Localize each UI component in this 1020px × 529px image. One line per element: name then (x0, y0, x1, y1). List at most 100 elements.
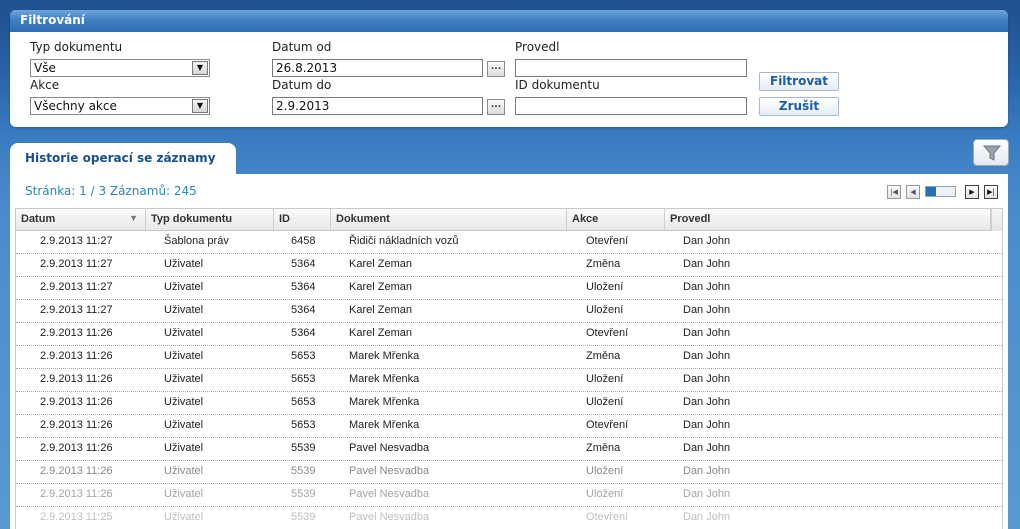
doc-id-input[interactable] (515, 97, 747, 115)
cell-document: Řidiči nákladních vozů (349, 235, 459, 247)
table-body: 2.9.2013 11:27 Šablona práv 6458 Řidiči nák… (16, 231, 1002, 529)
cell-document: Pavel Nesvadba (349, 442, 430, 454)
table-row[interactable]: 2.9.2013 11:25 Uživatel 5539 Pavel Nesvadba… (16, 507, 1002, 529)
cell-id: 5364 (291, 258, 316, 270)
cell-performed-by: Dan John (683, 258, 731, 270)
cell-performed-by: Dan John (683, 511, 731, 523)
history-panel: Stránka: 1 / 3 Záznamů: 245 |◀ ◀ ▶ ▶| Da… (10, 174, 1008, 529)
first-page-icon[interactable]: |◀ (887, 185, 901, 199)
table-row[interactable]: 2.9.2013 11:26 Uživatel 5653 Marek Mřenka Ot… (16, 415, 1002, 438)
column-header-action[interactable]: Akce (567, 209, 665, 231)
cell-action: Uložení (586, 281, 624, 293)
filter-toggle-button[interactable] (973, 139, 1009, 166)
chevron-down-icon[interactable]: ▼ (192, 99, 208, 113)
cell-id: 5364 (291, 304, 316, 316)
cell-performed-by: Dan John (683, 442, 731, 454)
doc-type-select[interactable]: Vše ▼ (30, 59, 210, 77)
cell-document: Pavel Nesvadba (349, 511, 430, 523)
cell-action: Uložení (586, 304, 624, 316)
column-header-doc-type[interactable]: Typ dokumentu (146, 209, 274, 231)
cell-performed-by: Dan John (683, 350, 731, 362)
date-from-picker-button[interactable]: ... (487, 61, 505, 77)
cell-action: Změna (586, 258, 621, 270)
table-row[interactable]: 2.9.2013 11:27 Uživatel 5364 Karel Zeman Změ… (16, 254, 1002, 277)
filter-button[interactable]: Filtrovat (759, 72, 839, 91)
table-row[interactable]: 2.9.2013 11:26 Uživatel 5653 Marek Mřenka Ul… (16, 392, 1002, 415)
cell-date: 2.9.2013 11:26 (40, 373, 113, 385)
cell-action: Uložení (586, 396, 624, 408)
cell-performed-by: Dan John (683, 465, 731, 477)
cell-date: 2.9.2013 11:26 (40, 419, 113, 431)
column-header-id[interactable]: ID (274, 209, 331, 231)
last-page-icon[interactable]: ▶| (984, 185, 998, 199)
cell-document: Marek Mřenka (349, 373, 420, 385)
tab-history[interactable]: Historie operací se záznamy (10, 143, 236, 175)
performed-by-input[interactable] (515, 59, 747, 77)
filter-form: Typ dokumentu Vše ▼ Akce Všechny akce ▼ … (10, 32, 1008, 127)
table-row[interactable]: 2.9.2013 11:26 Uživatel 5653 Marek Mřenka Ul… (16, 369, 1002, 392)
cell-doc-type: Uživatel (164, 419, 204, 431)
cell-doc-type: Uživatel (164, 304, 204, 316)
column-header-document[interactable]: Dokument (331, 209, 567, 231)
cell-performed-by: Dan John (683, 327, 731, 339)
date-from-input[interactable] (272, 59, 483, 77)
cell-doc-type: Uživatel (164, 465, 204, 477)
table-row[interactable]: 2.9.2013 11:26 Uživatel 5364 Karel Zeman Ote… (16, 323, 1002, 346)
cell-document: Pavel Nesvadba (349, 488, 430, 500)
page-progress-fill (926, 187, 936, 196)
cell-id: 5653 (291, 373, 316, 385)
cell-performed-by: Dan John (683, 304, 731, 316)
action-select[interactable]: Všechny akce ▼ (30, 97, 210, 115)
sort-desc-icon[interactable]: ▼ (129, 213, 138, 223)
cell-doc-type: Uživatel (164, 511, 204, 523)
cancel-button[interactable]: Zrušit (759, 97, 839, 116)
action-value: Všechny akce (34, 99, 117, 113)
cell-id: 5653 (291, 419, 316, 431)
cell-id: 5364 (291, 327, 316, 339)
cell-document: Marek Mřenka (349, 350, 420, 362)
date-to-picker-button[interactable]: ... (487, 99, 505, 115)
chevron-down-icon[interactable]: ▼ (192, 61, 208, 75)
cell-action: Změna (586, 350, 621, 362)
cell-action: Otevření (586, 419, 629, 431)
next-page-icon[interactable]: ▶ (965, 185, 979, 199)
cell-doc-type: Uživatel (164, 442, 204, 454)
cell-id: 5539 (291, 488, 316, 500)
table-row[interactable]: 2.9.2013 11:27 Uživatel 5364 Karel Zeman Ulo… (16, 277, 1002, 300)
doc-type-label: Typ dokumentu (30, 40, 123, 54)
page-progress-bar[interactable] (925, 186, 956, 197)
cell-document: Marek Mřenka (349, 419, 420, 431)
table-row[interactable]: 2.9.2013 11:26 Uživatel 5539 Pavel Nesvadba… (16, 461, 1002, 484)
filter-panel-title: Filtrování (10, 10, 1008, 32)
cell-doc-type: Uživatel (164, 350, 204, 362)
column-header-date[interactable]: Datum ▼ (16, 209, 146, 231)
cell-document: Karel Zeman (349, 327, 412, 339)
cell-doc-type: Uživatel (164, 258, 204, 270)
cell-action: Změna (586, 442, 621, 454)
cell-date: 2.9.2013 11:27 (40, 304, 113, 316)
cell-id: 5653 (291, 396, 316, 408)
cell-doc-type: Uživatel (164, 488, 204, 500)
table-row[interactable]: 2.9.2013 11:26 Uživatel 5539 Pavel Nesvadba… (16, 484, 1002, 507)
column-header-performed-by[interactable]: Provedl (665, 209, 991, 231)
cell-date: 2.9.2013 11:26 (40, 396, 113, 408)
prev-page-icon[interactable]: ◀ (906, 185, 920, 199)
date-to-input[interactable] (272, 97, 483, 115)
doc-id-label: ID dokumentu (515, 78, 600, 92)
table-row[interactable]: 2.9.2013 11:26 Uživatel 5539 Pavel Nesvadba… (16, 438, 1002, 461)
header-scroll-corner (991, 209, 1002, 231)
cell-action: Otevření (586, 511, 629, 523)
cell-document: Marek Mřenka (349, 396, 420, 408)
table-row[interactable]: 2.9.2013 11:26 Uživatel 5653 Marek Mřenka Zm… (16, 346, 1002, 369)
table-row[interactable]: 2.9.2013 11:27 Uživatel 5364 Karel Zeman Ulo… (16, 300, 1002, 323)
cell-document: Karel Zeman (349, 304, 412, 316)
cell-action: Uložení (586, 465, 624, 477)
table-row[interactable]: 2.9.2013 11:27 Šablona práv 6458 Řidiči nák… (16, 231, 1002, 254)
cell-id: 5653 (291, 350, 316, 362)
cell-date: 2.9.2013 11:27 (40, 235, 113, 247)
history-table: Datum ▼ Typ dokumentu ID Dokument Akce P… (15, 208, 1003, 529)
cell-action: Otevření (586, 235, 629, 247)
date-from-label: Datum od (272, 40, 332, 54)
doc-type-value: Vše (34, 61, 56, 75)
cell-doc-type: Uživatel (164, 327, 204, 339)
